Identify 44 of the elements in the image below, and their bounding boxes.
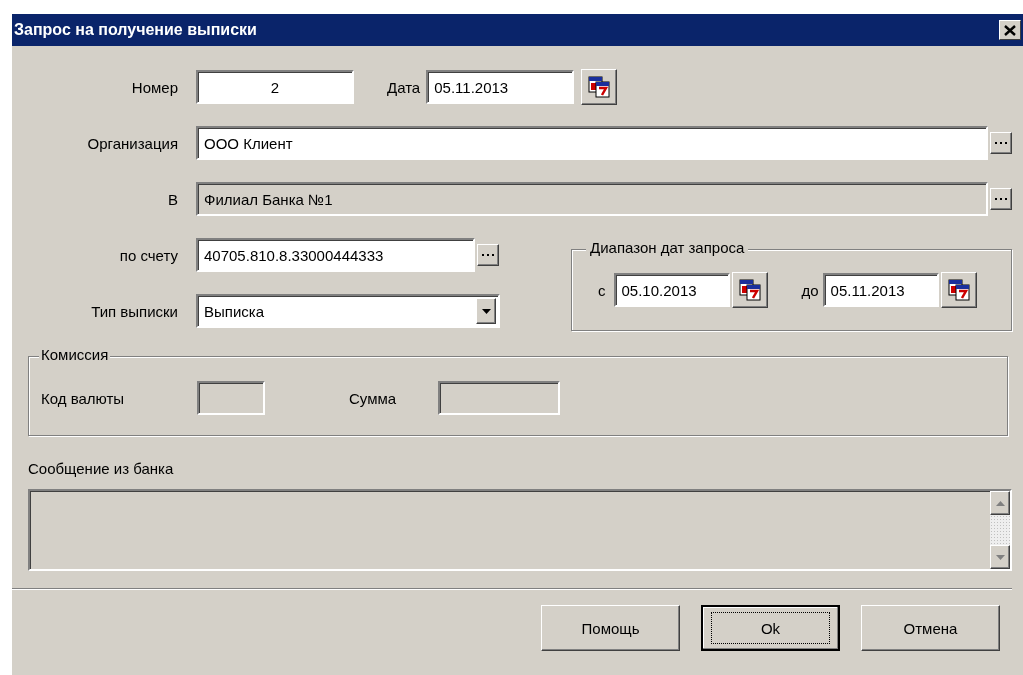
- to-label: до: [801, 281, 819, 299]
- date-label: Дата: [387, 78, 421, 96]
- currency-code-label: Код валюты: [41, 389, 126, 407]
- down-arrow-icon: [995, 554, 1005, 560]
- account-label: по счету: [118, 246, 178, 264]
- scrollbar[interactable]: [990, 491, 1010, 569]
- account-field[interactable]: 40705.810.8.33000444333: [196, 238, 475, 272]
- number-label: Номер: [130, 78, 178, 96]
- dropdown-button[interactable]: [476, 298, 496, 324]
- browse-button[interactable]: [990, 132, 1012, 154]
- currency-code-field[interactable]: [197, 381, 265, 415]
- calendar-icon: [737, 278, 762, 302]
- statement-type-label: Тип выписки: [90, 302, 178, 320]
- amount-field[interactable]: [438, 381, 560, 415]
- dialog-button[interactable]: Помощь: [541, 605, 680, 651]
- browse-button[interactable]: [990, 188, 1012, 210]
- calendar-button[interactable]: [581, 69, 618, 105]
- close-button[interactable]: [999, 20, 1021, 40]
- message-label: Сообщение из банка: [28, 460, 175, 477]
- ellipsis-icon: [995, 197, 1007, 201]
- calendar-icon: [946, 278, 971, 302]
- close-icon: [1004, 24, 1016, 36]
- to-date-field[interactable]: 05.11.2013: [822, 273, 939, 307]
- bank-label: В: [167, 190, 178, 208]
- from-date-field[interactable]: 05.10.2013: [613, 273, 730, 307]
- organization-field[interactable]: ООО Клиент: [196, 126, 988, 160]
- up-arrow-icon: [995, 500, 1005, 506]
- window-title: Запрос на получение выписки: [14, 21, 257, 39]
- calendar-icon: [587, 75, 612, 99]
- number-field[interactable]: 2: [196, 70, 354, 104]
- ellipsis-icon: [995, 141, 1007, 145]
- browse-button[interactable]: [477, 244, 499, 266]
- statement-type-dropdown[interactable]: Выписка: [196, 294, 500, 328]
- caret-icon: [481, 308, 491, 314]
- ellipsis-icon: [482, 253, 494, 257]
- calendar-button[interactable]: [940, 272, 977, 308]
- from-label: с: [598, 281, 606, 299]
- amount-label: Сумма: [349, 389, 398, 407]
- calendar-button[interactable]: [731, 272, 768, 308]
- message-text-area[interactable]: [28, 489, 1012, 571]
- organization-label: Организация: [86, 134, 178, 152]
- date-field[interactable]: 05.11.2013: [426, 70, 575, 104]
- dialog-button[interactable]: Отмена: [861, 605, 1000, 651]
- dialog-button[interactable]: Ok: [701, 605, 840, 651]
